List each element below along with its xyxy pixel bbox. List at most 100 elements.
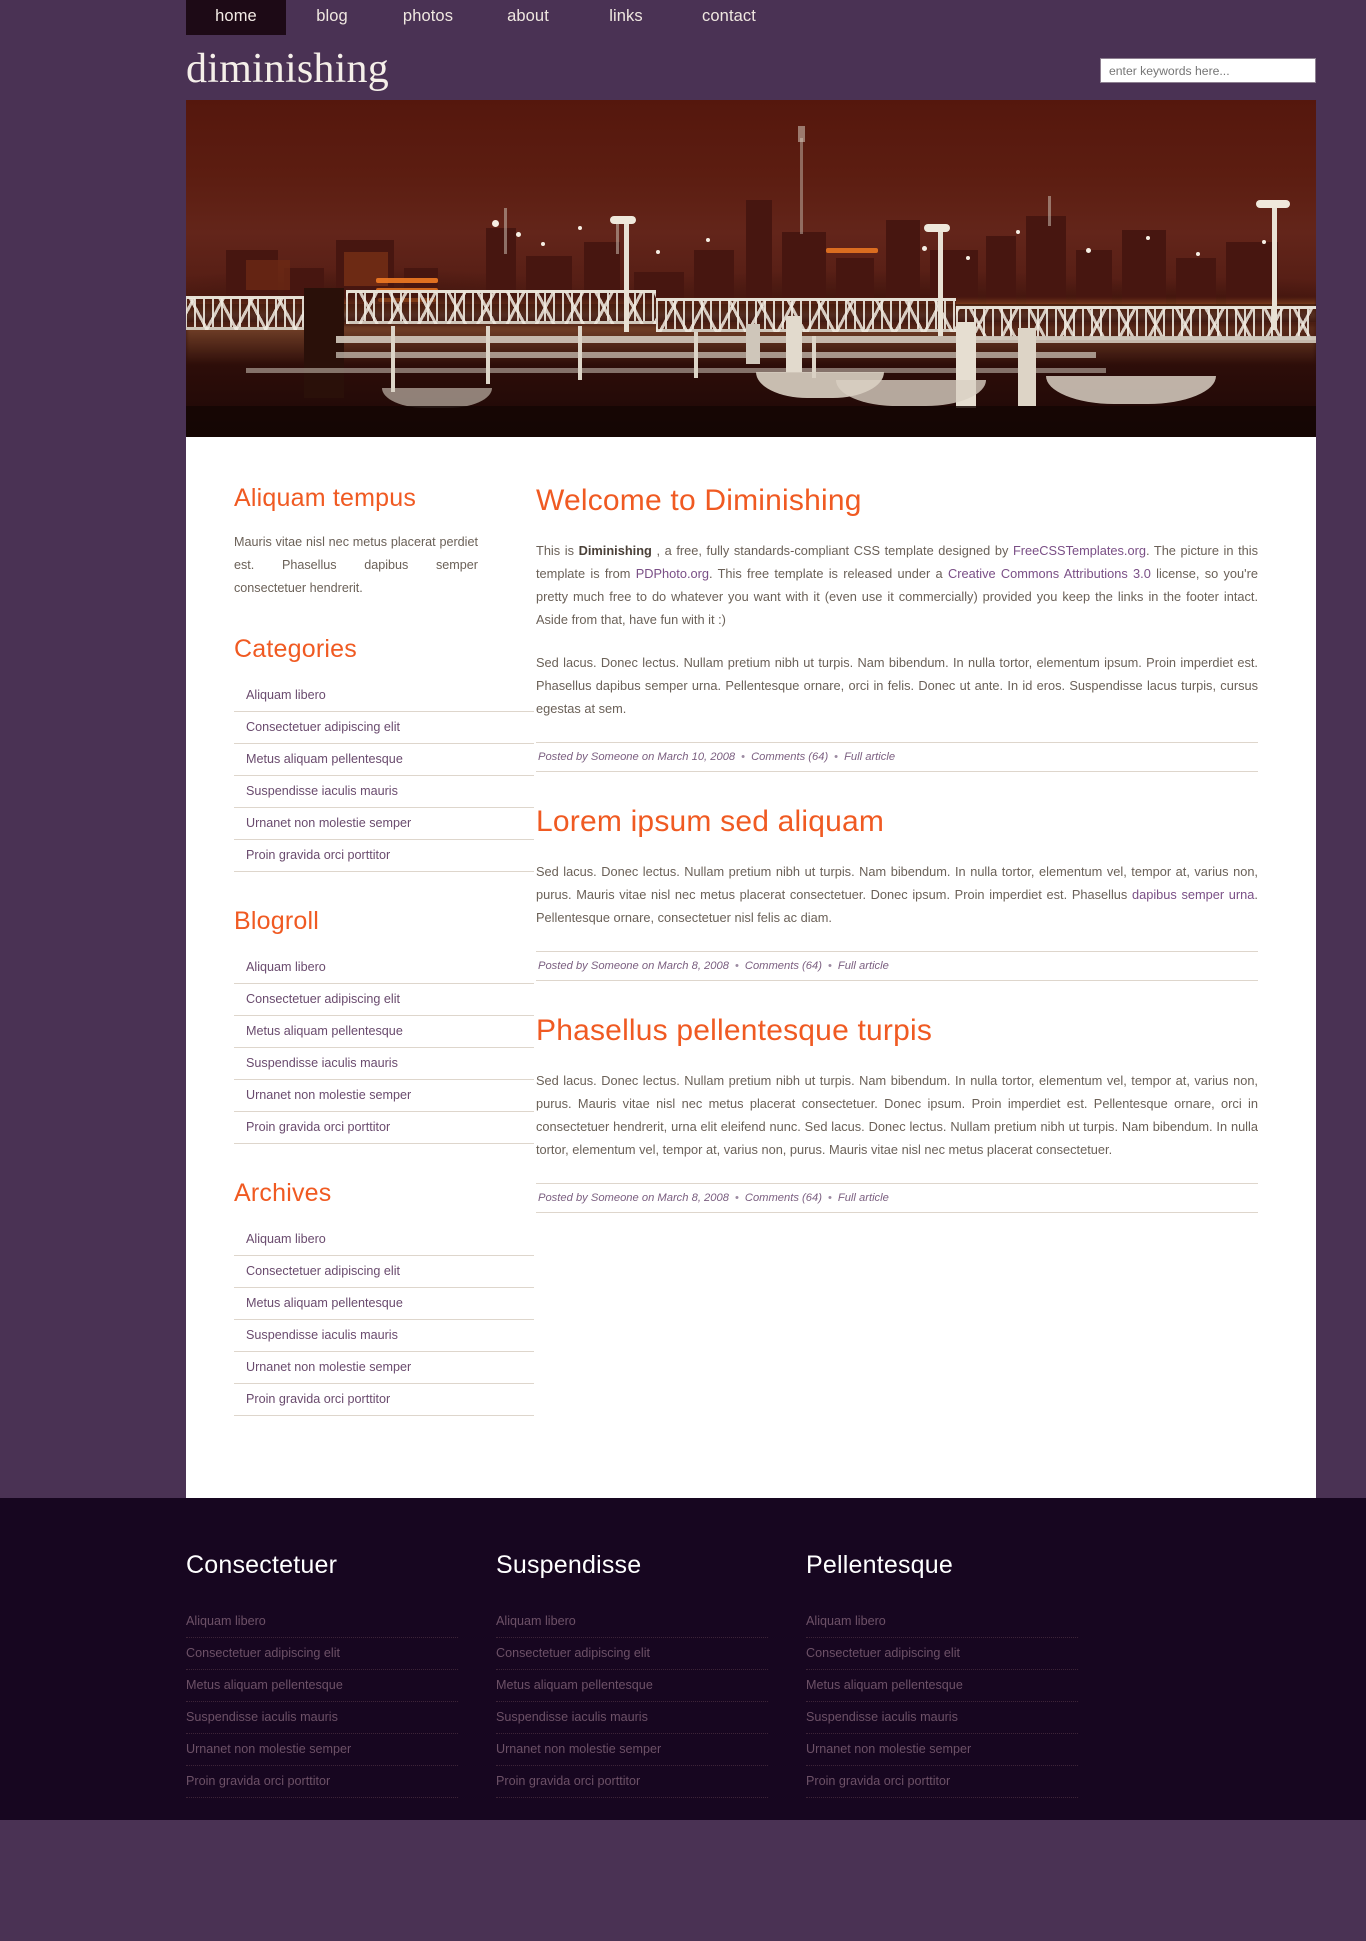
nav-item-links[interactable]: links	[578, 0, 674, 35]
post-meta-posted: Posted by Someone on March 8, 2008	[538, 960, 729, 972]
post-lorem: Lorem ipsum sed aliquam Sed lacus. Donec…	[536, 804, 1258, 981]
list-item[interactable]: Aliquam libero	[496, 1606, 768, 1638]
pdphoto-link[interactable]: PDPhoto.org	[636, 566, 709, 581]
sidebar-categories-title: Categories	[234, 635, 357, 663]
meta-separator: •	[734, 960, 739, 972]
list-item[interactable]: Suspendisse iaculis mauris	[186, 1702, 458, 1734]
meta-separator: •	[827, 960, 832, 972]
footer-column-suspendisse: Suspendisse Aliquam libero Consectetuer …	[496, 1550, 806, 1820]
post-meta: Posted by Someone on March 10, 2008 • Comm…	[536, 742, 1258, 772]
post-phasellus: Phasellus pellentesque turpis Sed lacus.…	[536, 1013, 1258, 1213]
search-input[interactable]	[1100, 58, 1316, 83]
list-item[interactable]: Metus aliquam pellentesque	[496, 1670, 768, 1702]
footer-list: Aliquam libero Consectetuer adipiscing e…	[806, 1606, 1078, 1798]
list-item[interactable]: Urnanet non molestie semper	[806, 1734, 1078, 1766]
sidebar-intro-title: Aliquam tempus	[234, 484, 417, 512]
nav-link-photos[interactable]: photos	[378, 0, 478, 35]
footer-link[interactable]: Suspendisse iaculis mauris	[496, 1702, 768, 1733]
footer-link[interactable]: Proin gravida orci porttitor	[806, 1766, 1078, 1797]
sidebar: Aliquam tempus Mauris vitae nisl nec met…	[186, 471, 534, 1450]
footer-link[interactable]: Urnanet non molestie semper	[496, 1734, 768, 1765]
list-item[interactable]: Suspendisse iaculis mauris	[806, 1702, 1078, 1734]
footer-column-title: Consectetuer	[186, 1551, 338, 1579]
footer-list: Aliquam libero Consectetuer adipiscing e…	[186, 1606, 458, 1798]
list-item[interactable]: Urnanet non molestie semper	[496, 1734, 768, 1766]
list-item[interactable]: Aliquam libero	[806, 1606, 1078, 1638]
sidebar-archives-title: Archives	[234, 1179, 332, 1207]
list-item[interactable]: Aliquam libero	[186, 1606, 458, 1638]
footer-link[interactable]: Consectetuer adipiscing elit	[806, 1638, 1078, 1669]
list-item[interactable]: Proin gravida orci porttitor	[496, 1766, 768, 1798]
site-header: diminishing	[0, 46, 1366, 100]
list-item[interactable]: Urnanet non molestie semper	[186, 1734, 458, 1766]
post-welcome: Welcome to Diminishing This is Diminishi…	[536, 483, 1258, 772]
post-text-fragment: This is	[536, 543, 579, 558]
list-item[interactable]: Metus aliquam pellentesque	[806, 1670, 1078, 1702]
nav-item-home[interactable]: home	[186, 0, 286, 35]
footer-link[interactable]: Aliquam libero	[186, 1606, 458, 1637]
post-comments-link[interactable]: Comments (64)	[745, 1192, 822, 1204]
post-comments-link[interactable]: Comments (64)	[745, 960, 822, 972]
footer-link[interactable]: Consectetuer adipiscing elit	[186, 1638, 458, 1669]
nav-list: home blog photos about links contact	[186, 0, 1366, 46]
list-item[interactable]: Suspendisse iaculis mauris	[496, 1702, 768, 1734]
footer-link[interactable]: Consectetuer adipiscing elit	[496, 1638, 768, 1669]
post-text-fragment: , a free, fully standards-compliant CSS …	[651, 543, 1013, 558]
license-link[interactable]: Creative Commons Attributions 3.0	[948, 566, 1151, 581]
nav-item-contact[interactable]: contact	[674, 0, 784, 35]
footer-link[interactable]: Metus aliquam pellentesque	[496, 1670, 768, 1701]
nav-item-about[interactable]: about	[478, 0, 578, 35]
freecsstemplates-link[interactable]: FreeCSSTemplates.org	[1013, 543, 1146, 558]
post-meta: Posted by Someone on March 8, 2008 • Comme…	[536, 951, 1258, 981]
footer-link[interactable]: Urnanet non molestie semper	[186, 1734, 458, 1765]
nav-link-about[interactable]: about	[478, 0, 578, 35]
post-fullarticle-link[interactable]: Full article	[838, 960, 889, 972]
inline-link[interactable]: dapibus semper urna	[1132, 887, 1254, 902]
footer-link[interactable]: Aliquam libero	[806, 1606, 1078, 1637]
post-strong-term: Diminishing	[578, 543, 652, 558]
nav-link-contact[interactable]: contact	[674, 0, 784, 35]
post-paragraph: Sed lacus. Donec lectus. Nullam pretium …	[536, 860, 1258, 929]
sidebar-block-categories: Categories Aliquam libero Consectetuer a…	[234, 634, 534, 872]
meta-separator: •	[834, 751, 839, 763]
sidebar-block-archives: Archives Aliquam libero Consectetuer adi…	[234, 1178, 534, 1416]
post-paragraph: Sed lacus. Donec lectus. Nullam pretium …	[536, 1073, 1258, 1157]
footer-link[interactable]: Proin gravida orci porttitor	[186, 1766, 458, 1797]
nav-item-photos[interactable]: photos	[378, 0, 478, 35]
list-item[interactable]: Consectetuer adipiscing elit	[186, 1638, 458, 1670]
post-meta: Posted by Someone on March 8, 2008 • Comme…	[536, 1183, 1258, 1213]
nav-link-home[interactable]: home	[186, 0, 286, 35]
nav-item-blog[interactable]: blog	[286, 0, 378, 35]
post-fullarticle-link[interactable]: Full article	[838, 1192, 889, 1204]
footer-link[interactable]: Proin gravida orci porttitor	[496, 1766, 768, 1797]
footer-link[interactable]: Metus aliquam pellentesque	[806, 1670, 1078, 1701]
page-root: home blog photos about links contact dim…	[0, 0, 1366, 1941]
list-item[interactable]: Consectetuer adipiscing elit	[496, 1638, 768, 1670]
footer-link[interactable]: Metus aliquam pellentesque	[186, 1670, 458, 1701]
footer-link[interactable]: Suspendisse iaculis mauris	[806, 1702, 1078, 1733]
nav-link-blog[interactable]: blog	[286, 0, 378, 35]
list-item[interactable]: Proin gravida orci porttitor	[806, 1766, 1078, 1798]
list-item[interactable]: Consectetuer adipiscing elit	[806, 1638, 1078, 1670]
post-title: Phasellus pellentesque turpis	[536, 1014, 933, 1047]
site-footer: Consectetuer Aliquam libero Consectetuer…	[0, 1498, 1366, 1820]
footer-link[interactable]: Aliquam libero	[496, 1606, 768, 1637]
list-item[interactable]: Metus aliquam pellentesque	[186, 1670, 458, 1702]
post-meta-posted: Posted by Someone on March 8, 2008	[538, 1192, 729, 1204]
meta-separator: •	[741, 751, 746, 763]
post-paragraph: Sed lacus. Donec lectus. Nullam pretium …	[536, 655, 1258, 716]
content-area: Aliquam tempus Mauris vitae nisl nec met…	[186, 437, 1316, 1498]
main-navigation: home blog photos about links contact	[0, 0, 1366, 46]
post-comments-link[interactable]: Comments (64)	[751, 751, 828, 763]
sidebar-blogroll-title: Blogroll	[234, 907, 319, 935]
footer-link[interactable]: Suspendisse iaculis mauris	[186, 1702, 458, 1733]
footer-list: Aliquam libero Consectetuer adipiscing e…	[496, 1606, 768, 1798]
post-title: Welcome to Diminishing	[536, 484, 862, 517]
footer-link[interactable]: Urnanet non molestie semper	[806, 1734, 1078, 1765]
nav-link-links[interactable]: links	[578, 0, 674, 35]
list-item[interactable]: Proin gravida orci porttitor	[186, 1766, 458, 1798]
meta-separator: •	[827, 1192, 832, 1204]
main-column: Welcome to Diminishing This is Diminishi…	[488, 471, 1316, 1450]
sidebar-block-blogroll: Blogroll Aliquam libero Consectetuer adi…	[234, 906, 534, 1144]
post-fullarticle-link[interactable]: Full article	[844, 751, 895, 763]
